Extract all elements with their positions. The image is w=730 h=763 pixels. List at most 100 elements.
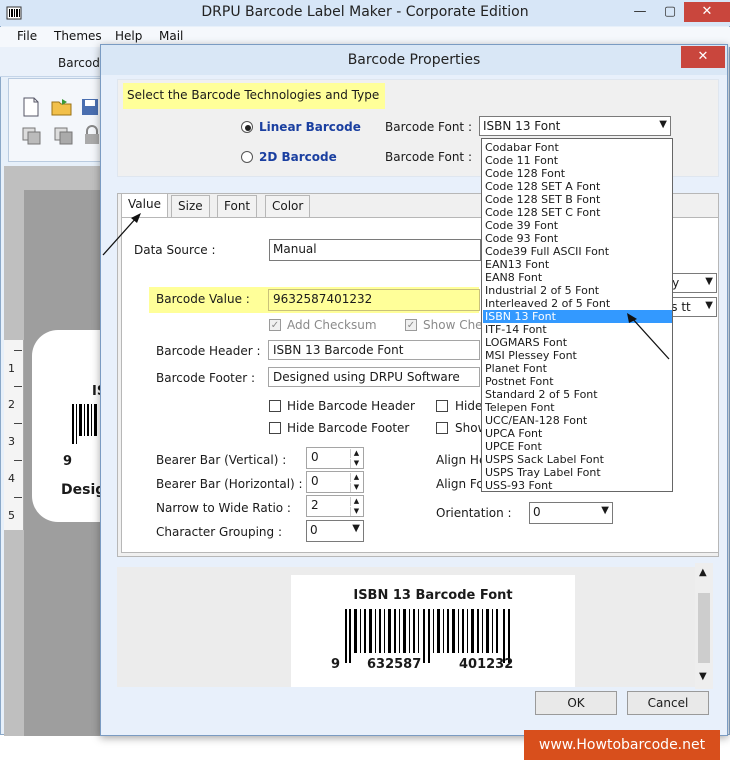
barcode-font-select[interactable]: ISBN 13 Font ▼ — [479, 116, 671, 136]
font-option[interactable]: Planet Font — [483, 362, 672, 375]
hide-header-checkbox[interactable] — [269, 400, 281, 412]
chevron-down-icon: ▼ — [352, 523, 360, 534]
font-option[interactable]: USPS Tray Label Font — [483, 466, 672, 479]
font-option[interactable]: Code 39 Font — [483, 219, 672, 232]
ruler-tick — [14, 386, 22, 387]
2d-barcode-radio[interactable] — [241, 151, 253, 163]
scroll-up-icon[interactable]: ▲ — [699, 567, 707, 578]
menu-file[interactable]: File — [17, 29, 37, 43]
font-option[interactable]: UPCA Font — [483, 427, 672, 440]
font-option[interactable]: Codabar Font — [483, 141, 672, 154]
2d-barcode-label[interactable]: 2D Barcode — [259, 150, 337, 164]
orientation-select[interactable]: 0 ▼ — [529, 502, 613, 524]
scrollbar-thumb[interactable] — [698, 593, 710, 663]
spin-down-icon[interactable]: ▼ — [350, 507, 362, 516]
dialog-close-button[interactable]: ✕ — [681, 46, 725, 68]
spin-up-icon[interactable]: ▲ — [350, 449, 362, 458]
cancel-button[interactable]: Cancel — [627, 691, 709, 715]
barcode-header-input[interactable]: ISBN 13 Barcode Font — [268, 340, 480, 360]
hide-footer-checkbox[interactable] — [269, 422, 281, 434]
font-option[interactable]: Telepen Font — [483, 401, 672, 414]
barcode-footer-input[interactable]: Designed using DRPU Software — [268, 367, 480, 387]
spin-down-icon[interactable]: ▼ — [350, 459, 362, 468]
copy-icon[interactable] — [20, 126, 44, 146]
show-right-checkbox[interactable] — [436, 422, 448, 434]
preview-header: ISBN 13 Barcode Font — [353, 588, 513, 603]
ruler-number: 5 — [8, 509, 15, 522]
font-option[interactable]: Postnet Font — [483, 375, 672, 388]
font-option[interactable]: Code 128 SET C Font — [483, 206, 672, 219]
show-checksum-checkbox[interactable]: ✓ — [405, 319, 417, 331]
add-checksum-checkbox[interactable]: ✓ — [269, 319, 281, 331]
hide-footer-label: Hide Barcode Footer — [287, 421, 410, 435]
font-option[interactable]: USPS Sack Label Font — [483, 453, 672, 466]
tab-color[interactable]: Color — [265, 195, 311, 217]
open-folder-icon[interactable] — [50, 96, 74, 118]
bearer-horizontal-label: Bearer Bar (Horizontal) : — [156, 477, 303, 491]
barcode-value-label: Barcode Value : — [156, 292, 250, 306]
barcode-header-label: Barcode Header : — [156, 344, 261, 358]
linear-barcode-label[interactable]: Linear Barcode — [259, 120, 361, 134]
font-option[interactable]: UPCE Font — [483, 440, 672, 453]
new-document-icon[interactable] — [20, 96, 42, 118]
annotation-arrow-value-tab — [102, 213, 141, 256]
font-option[interactable]: Industrial 2 of 5 Font — [483, 284, 672, 297]
close-button[interactable]: ✕ — [684, 2, 730, 22]
spin-up-icon[interactable]: ▲ — [350, 473, 362, 482]
barcode-font-label: Barcode Font : — [385, 120, 472, 134]
preview-digits-left: 9 — [331, 657, 341, 672]
font-option[interactable]: UCC/EAN-128 Font — [483, 414, 672, 427]
tab-font[interactable]: Font — [217, 195, 258, 217]
spin-up-icon[interactable]: ▲ — [350, 497, 362, 506]
annotation-arrow-font — [627, 313, 670, 360]
minimize-button[interactable]: — — [626, 2, 654, 22]
font-option[interactable]: Code 128 SET B Font — [483, 193, 672, 206]
scroll-down-icon[interactable]: ▼ — [699, 671, 707, 682]
ruler-tick — [14, 497, 22, 498]
align-header-label: Align He — [436, 453, 487, 467]
orientation-label: Orientation : — [436, 506, 512, 520]
spin-down-icon[interactable]: ▼ — [350, 483, 362, 492]
font-option[interactable]: EAN13 Font — [483, 258, 672, 271]
narrow-wide-ratio-label: Narrow to Wide Ratio : — [156, 501, 291, 515]
font-option[interactable]: Code 11 Font — [483, 154, 672, 167]
linear-barcode-radio[interactable] — [241, 121, 253, 133]
paste-icon[interactable] — [52, 126, 76, 146]
character-grouping-select[interactable]: 0 ▼ — [306, 520, 364, 542]
font-option[interactable]: USS-93 Font — [483, 479, 672, 492]
barcode-value-input[interactable]: 9632587401232 — [268, 289, 480, 311]
bearer-horizontal-value: 0 — [311, 474, 319, 488]
font-option[interactable]: EAN8 Font — [483, 271, 672, 284]
menu-help[interactable]: Help — [115, 29, 142, 43]
menu-themes[interactable]: Themes — [54, 29, 102, 43]
menu-mail[interactable]: Mail — [159, 29, 183, 43]
watermark-badge: www.Howtobarcode.net — [524, 730, 720, 760]
data-source-select[interactable]: Manual — [269, 239, 481, 261]
bearer-vertical-value: 0 — [311, 450, 319, 464]
preview-barcode-bars — [345, 609, 510, 663]
label-digit: 9 — [63, 454, 73, 469]
narrow-wide-ratio-spinner[interactable]: 2 ▲ ▼ — [306, 495, 364, 517]
font-option[interactable]: Code 93 Font — [483, 232, 672, 245]
hide-right-checkbox[interactable] — [436, 400, 448, 412]
bearer-horizontal-spinner[interactable]: 0 ▲ ▼ — [306, 471, 364, 493]
dialog-title: Barcode Properties — [347, 52, 481, 68]
barcode-footer-label: Barcode Footer : — [156, 371, 256, 385]
maximize-button[interactable]: ▢ — [656, 2, 684, 22]
chevron-down-icon: ▼ — [705, 276, 713, 287]
orientation-value: 0 — [533, 505, 541, 519]
font-option[interactable]: Code 128 Font — [483, 167, 672, 180]
ruler-tick — [14, 460, 22, 461]
font-option[interactable]: Code 128 SET A Font — [483, 180, 672, 193]
lock-icon[interactable] — [82, 124, 102, 146]
bearer-vertical-spinner[interactable]: 0 ▲ ▼ — [306, 447, 364, 469]
font-option[interactable]: Standard 2 of 5 Font — [483, 388, 672, 401]
ruler-number: 3 — [8, 435, 15, 448]
ok-button[interactable]: OK — [535, 691, 617, 715]
label-footer-text: Desig — [61, 482, 106, 498]
radio-selected-dot — [245, 125, 251, 131]
font-option[interactable]: Code39 Full ASCII Font — [483, 245, 672, 258]
ruler-tick — [14, 350, 22, 351]
tab-size[interactable]: Size — [171, 195, 210, 217]
save-icon[interactable] — [80, 96, 100, 118]
